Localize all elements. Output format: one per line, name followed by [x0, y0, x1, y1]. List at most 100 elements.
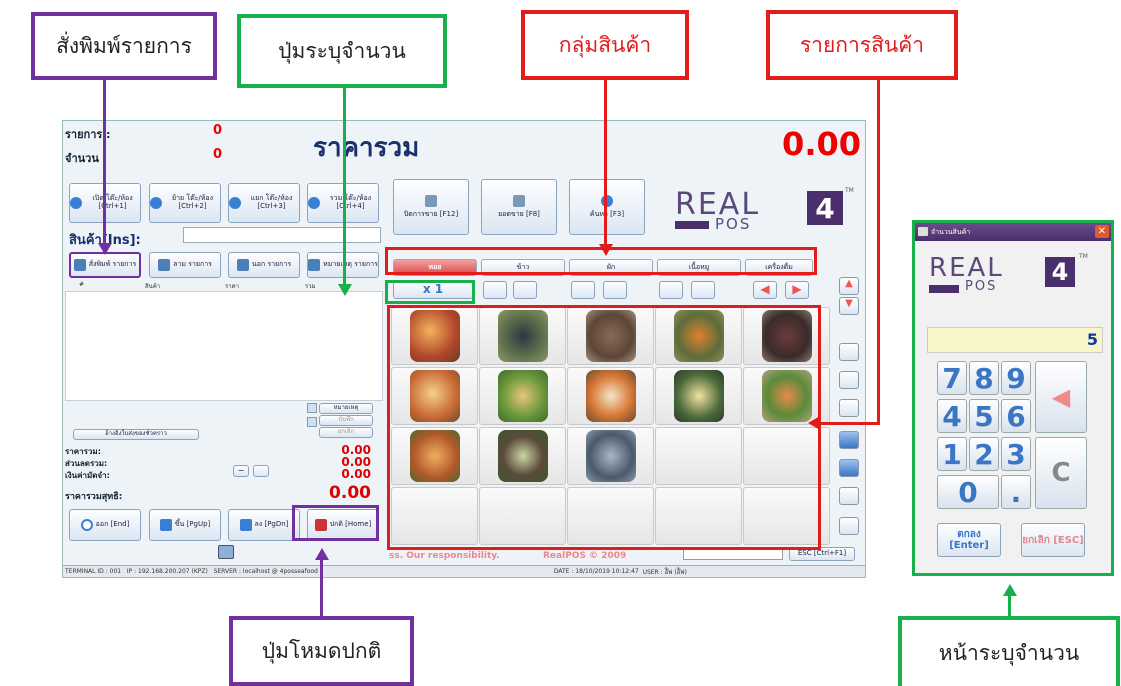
- scroll-up-icon[interactable]: [307, 403, 317, 413]
- split-table-button[interactable]: แยก โต๊ะ/ห้อง [Ctrl+3]: [228, 183, 300, 223]
- user-icon[interactable]: [218, 545, 234, 559]
- out-list-button[interactable]: นอก รายการ: [228, 252, 300, 278]
- printer-icon: [73, 259, 86, 271]
- open-table-icon: [70, 197, 82, 209]
- footer-brand: RealPOS © 2009: [543, 551, 627, 561]
- app-icon: [918, 227, 928, 236]
- image-icon[interactable]: [659, 281, 683, 299]
- ok-button[interactable]: ตกลง [Enter]: [937, 523, 1001, 557]
- sales-total-button[interactable]: ยอดขาย [F8]: [481, 179, 557, 235]
- scroll-down-icon[interactable]: [307, 417, 317, 427]
- callout-qty-button: ปุ่มระบุจำนวน: [237, 14, 447, 88]
- key-2[interactable]: 2: [969, 437, 999, 471]
- highlight-normal-mode: [292, 505, 379, 541]
- key-6[interactable]: 6: [1001, 399, 1031, 433]
- search-icon: [601, 195, 613, 208]
- key-4[interactable]: 4: [937, 399, 967, 433]
- split-table-icon: [229, 197, 241, 209]
- key-dot[interactable]: .: [1001, 475, 1031, 509]
- footer-text: ss. Our responsibility.: [389, 551, 500, 561]
- realpos-logo: REAL POS 4 TM: [929, 253, 1088, 294]
- items-value: 0: [213, 123, 223, 138]
- folder-icon[interactable]: [839, 431, 859, 449]
- quantity-dialog: จำนวนสินค้า ✕ REAL POS 4 TM 5 7 8 9 4 5 …: [912, 220, 1114, 576]
- total-amount: 0.00: [782, 125, 861, 163]
- prev-arrow-icon[interactable]: ◀: [753, 281, 777, 299]
- key-9[interactable]: 9: [1001, 361, 1031, 395]
- key-0[interactable]: 0: [937, 475, 999, 509]
- print-alt-icon[interactable]: [513, 281, 537, 299]
- connector-line: [343, 88, 346, 288]
- note-icon: [308, 259, 321, 271]
- callout-product-list: รายการสินค้า: [766, 10, 958, 80]
- dialog-title: จำนวนสินค้า: [931, 227, 971, 236]
- callout-product-group: กลุ่มสินค้า: [521, 10, 689, 80]
- tag-icon[interactable]: [691, 281, 715, 299]
- page-up-button[interactable]: ขึ้น [PgUp]: [149, 509, 221, 541]
- key-5[interactable]: 5: [969, 399, 999, 433]
- deposit-value: 0.00: [341, 467, 371, 481]
- arrow-down-icon: [98, 243, 112, 255]
- clear-button[interactable]: C: [1035, 437, 1087, 509]
- save-button[interactable]: บันทึก: [319, 415, 373, 426]
- net-label: ราคารวมสุทธิ:: [65, 492, 123, 502]
- deposit-label: เงินค่ามัดจำ:: [65, 471, 110, 480]
- arrow-up-icon: [159, 519, 172, 531]
- cancel-note-button[interactable]: ยกเลิก: [319, 427, 373, 438]
- qty-value: 0: [213, 147, 223, 162]
- exit-button[interactable]: ออก [End]: [69, 509, 141, 541]
- document-icon[interactable]: [839, 399, 859, 417]
- key-7[interactable]: 7: [937, 361, 967, 395]
- arrow-down-icon: [599, 244, 613, 256]
- callout-print-list: สั่งพิมพ์รายการ: [31, 12, 217, 80]
- connector-line: [604, 80, 607, 246]
- connector-line: [1008, 594, 1011, 618]
- next-arrow-icon[interactable]: ▶: [785, 281, 809, 299]
- dialog-titlebar: จำนวนสินค้า ✕: [915, 223, 1111, 241]
- folder-alt-icon[interactable]: [839, 459, 859, 477]
- minus-button[interactable]: −: [233, 465, 249, 477]
- reference-button[interactable]: อ้างอิงใบส่งของชั่วคราว: [73, 429, 199, 440]
- qty-label: จำนวน :: [65, 152, 108, 165]
- key-8[interactable]: 8: [969, 361, 999, 395]
- power-icon: [80, 519, 93, 531]
- cancel-button[interactable]: ยกเลิก [ESC]: [1021, 523, 1085, 557]
- product-input[interactable]: [183, 227, 381, 243]
- move-table-button[interactable]: ย้าย โต๊ะ/ห้อง [Ctrl+2]: [149, 183, 221, 223]
- order-table-header: # สินค้า ราคา รวม: [79, 281, 316, 290]
- receipt-side-icon[interactable]: [839, 343, 859, 361]
- merge-table-icon: [308, 197, 320, 209]
- globe-icon[interactable]: [571, 281, 595, 299]
- money-icon: [513, 195, 525, 208]
- arrow-down-icon: [338, 284, 352, 296]
- search-button[interactable]: ค้นหา [F3]: [569, 179, 645, 235]
- callout-normal-mode: ปุ่มโหมดปกติ: [229, 616, 414, 686]
- key-1[interactable]: 1: [937, 437, 967, 471]
- order-list[interactable]: [65, 291, 383, 401]
- delete-list-button[interactable]: ลาม รายการ: [149, 252, 221, 278]
- calculator-icon[interactable]: [839, 517, 859, 535]
- connector-line: [320, 556, 323, 616]
- backspace-button[interactable]: ◀: [1035, 361, 1087, 433]
- down-arrow-icon[interactable]: ▼: [839, 297, 859, 315]
- move-table-icon: [150, 197, 162, 209]
- person-icon[interactable]: [603, 281, 627, 299]
- highlight-product-list: [387, 305, 821, 550]
- calc-icon[interactable]: [253, 465, 269, 477]
- close-sale-button[interactable]: ปิดการขาย [F12]: [393, 179, 469, 235]
- footer-field: [683, 549, 783, 560]
- note-button[interactable]: หมายเหตุ: [319, 403, 373, 414]
- print-list-button[interactable]: สั่งพิมพ์ รายการ: [69, 252, 141, 278]
- arrow-up-icon: [1003, 584, 1017, 596]
- edit-icon: [236, 259, 249, 271]
- print-icon[interactable]: [483, 281, 507, 299]
- key-3[interactable]: 3: [1001, 437, 1031, 471]
- export-icon[interactable]: [839, 371, 859, 389]
- close-icon[interactable]: ✕: [1095, 225, 1109, 238]
- status-bar: TERMINAL ID : 001 IP : 192.168.200.207 (…: [63, 565, 865, 577]
- receipt-icon: [425, 195, 437, 208]
- page-down-button[interactable]: ลง [PgDn]: [228, 509, 300, 541]
- highlight-qty-button: [385, 280, 475, 304]
- up-arrow-icon[interactable]: ▲: [839, 277, 859, 295]
- record-icon[interactable]: [839, 487, 859, 505]
